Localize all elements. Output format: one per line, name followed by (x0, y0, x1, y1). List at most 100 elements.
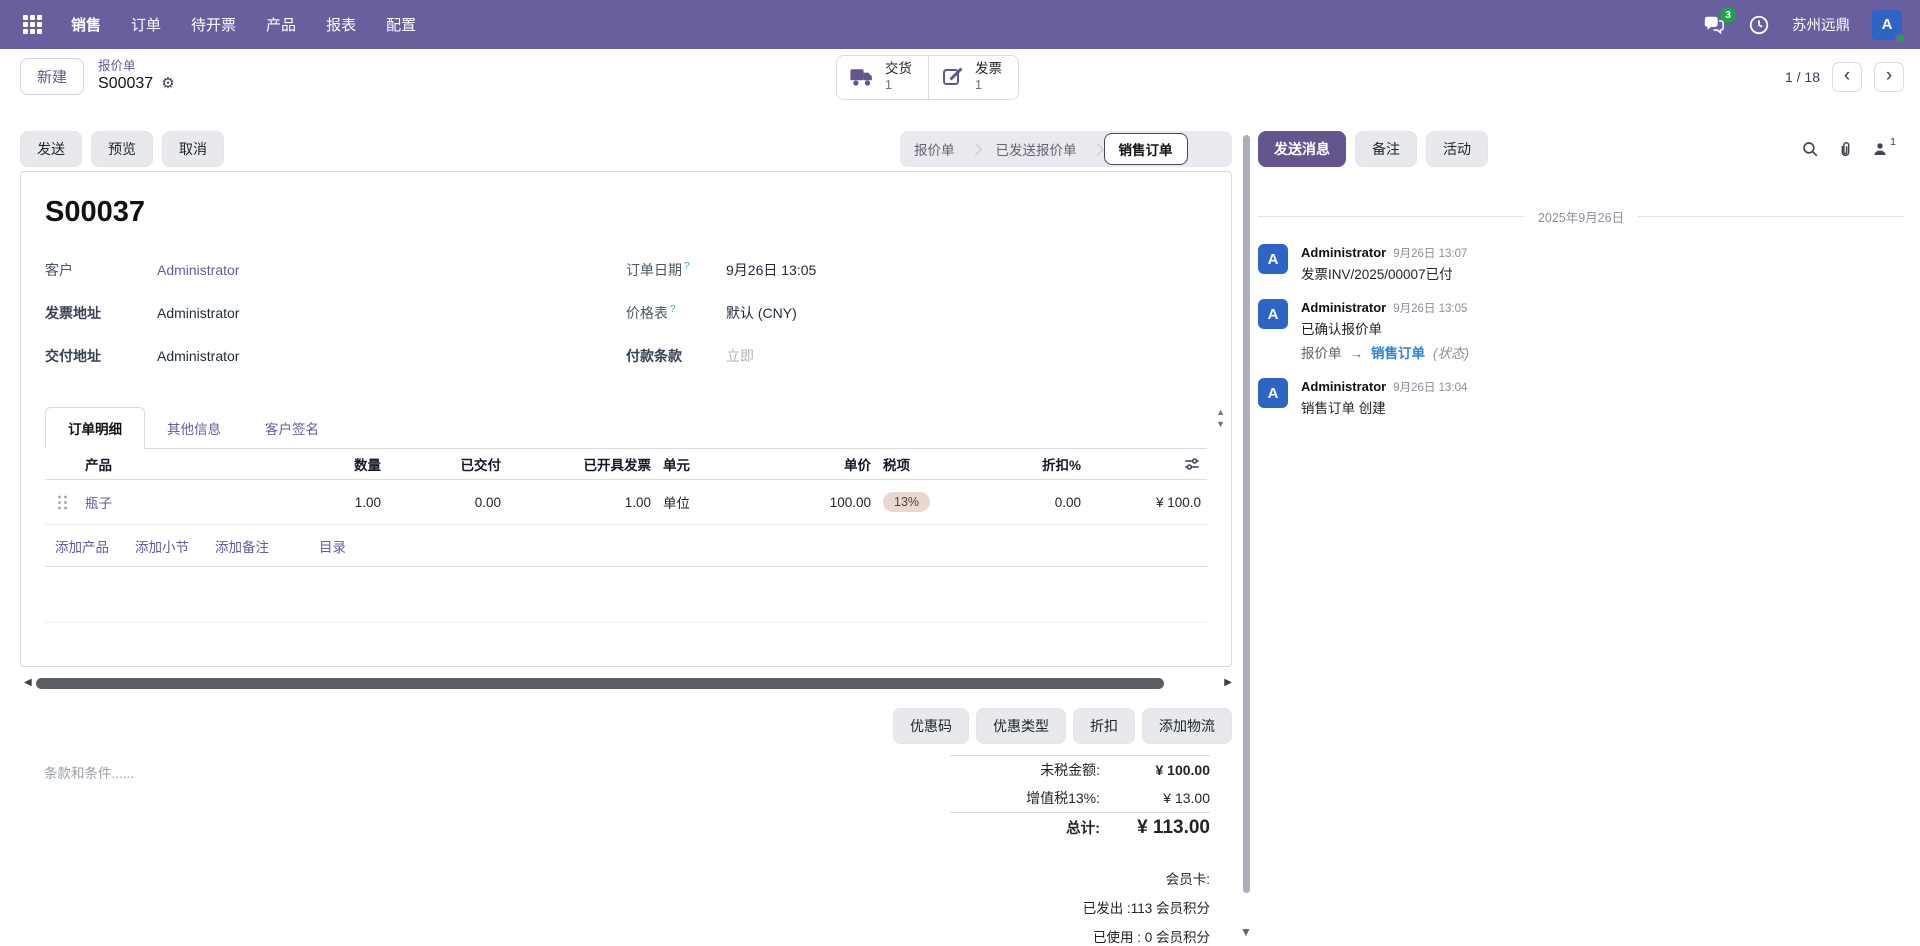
tab-other-info[interactable]: 其他信息 (145, 408, 243, 448)
message-author[interactable]: Administrator (1301, 299, 1386, 318)
pager-next-button[interactable]: › (1874, 62, 1904, 92)
activities-clock-icon[interactable] (1748, 14, 1770, 36)
col-discount[interactable]: 折扣% (972, 454, 1087, 474)
payment-terms-value[interactable]: 立即 (726, 346, 754, 366)
caret-down-icon[interactable]: ▼ (1216, 420, 1225, 429)
line-unit-price[interactable]: 100.00 (752, 495, 877, 510)
add-section-link[interactable]: 添加小节 (135, 536, 189, 556)
tracking-old-value: 报价单 (1301, 344, 1342, 364)
customer-value[interactable]: Administrator (157, 262, 239, 278)
form-fields: 客户 Administrator 发票地址 Administrator 交付地址… (45, 256, 1207, 370)
discount-button[interactable]: 折扣 (1073, 708, 1135, 744)
scrollbar-thumb[interactable] (36, 678, 1164, 689)
catalog-link[interactable]: 目录 (319, 536, 346, 556)
messages-count-badge: 3 (1720, 7, 1736, 23)
optional-columns-icon[interactable] (1087, 455, 1207, 473)
smart-buttons: 交货 1 发票 1 (836, 55, 1019, 100)
col-quantity[interactable]: 数量 (277, 454, 387, 474)
apps-grid-icon[interactable] (14, 7, 50, 43)
line-uom[interactable]: 单位 (657, 492, 752, 512)
delivery-smart-button[interactable]: 交货 1 (837, 56, 928, 99)
col-product[interactable]: 产品 (79, 454, 277, 474)
message-avatar[interactable]: A (1258, 378, 1288, 408)
order-date-value[interactable]: 9月26日 13:05 (726, 260, 816, 280)
drag-handle-icon[interactable] (45, 494, 79, 511)
delivery-address-value[interactable]: Administrator (157, 348, 239, 364)
pricelist-value[interactable]: 默认 (CNY) (726, 303, 797, 323)
col-delivered[interactable]: 已交付 (387, 454, 507, 474)
menu-sales[interactable]: 销售 (56, 0, 116, 49)
scroll-left-icon[interactable]: ◀ (24, 678, 32, 688)
member-points-issued: 已发出 :113 会员积分 (1083, 897, 1210, 917)
preview-button[interactable]: 预览 (91, 131, 153, 167)
caret-up-icon[interactable]: ▲ (1216, 408, 1225, 417)
menu-reporting[interactable]: 报表 (311, 0, 371, 49)
message-avatar[interactable]: A (1258, 299, 1288, 329)
tab-order-lines[interactable]: 订单明细 (45, 407, 145, 449)
attachments-icon[interactable] (1836, 140, 1855, 159)
add-shipping-button[interactable]: 添加物流 (1142, 708, 1232, 744)
menu-configuration[interactable]: 配置 (371, 0, 431, 49)
company-name[interactable]: 苏州远鼎 (1792, 14, 1850, 35)
gear-icon[interactable]: ⚙ (161, 75, 174, 93)
new-button[interactable]: 新建 (20, 58, 84, 95)
breadcrumb-parent-link[interactable]: 报价单 (98, 59, 175, 74)
status-bar: 报价单 已发送报价单 销售订单 (900, 131, 1232, 167)
menu-orders[interactable]: 订单 (116, 0, 176, 49)
order-line-row[interactable]: 瓶子 1.00 0.00 1.00 单位 100.00 13% 0.00 ¥ 1… (45, 480, 1207, 525)
vertical-scrollbar[interactable] (1243, 135, 1250, 893)
invoice-label: 发票 (975, 61, 1002, 78)
pricelist-label: 价格表? (626, 303, 726, 323)
add-note-link[interactable]: 添加备注 (215, 536, 269, 556)
line-tax-badge[interactable]: 13% (883, 492, 930, 512)
messages-icon[interactable]: 3 (1702, 14, 1726, 36)
search-messages-icon[interactable] (1801, 140, 1820, 159)
invoice-smart-button[interactable]: 发票 1 (928, 56, 1018, 99)
line-invoiced[interactable]: 1.00 (507, 495, 657, 510)
tab-customer-signature[interactable]: 客户签名 (243, 408, 341, 448)
message-item: A Administrator 9月26日 13:04 销售订单 创建 (1258, 378, 1894, 418)
order-title: S00037 (45, 194, 1207, 230)
add-product-link[interactable]: 添加产品 (55, 536, 109, 556)
message-avatar[interactable]: A (1258, 244, 1288, 274)
status-quotation[interactable]: 报价单 (900, 139, 969, 159)
status-sales-order[interactable]: 销售订单 (1104, 133, 1188, 165)
tracking-arrow-icon: → (1350, 344, 1364, 364)
message-author[interactable]: Administrator (1301, 378, 1386, 397)
col-invoiced[interactable]: 已开具发票 (507, 454, 657, 474)
send-button[interactable]: 发送 (20, 131, 82, 167)
activities-button[interactable]: 活动 (1426, 131, 1488, 167)
status-quotation-sent[interactable]: 已发送报价单 (982, 139, 1091, 159)
user-avatar[interactable]: A (1872, 10, 1902, 40)
terms-placeholder[interactable]: 条款和条件...... (44, 762, 134, 782)
menu-products[interactable]: 产品 (251, 0, 311, 49)
scroll-right-icon[interactable]: ▶ (1224, 678, 1232, 688)
tracking-new-value[interactable]: 销售订单 (1371, 344, 1425, 364)
invoice-address-value[interactable]: Administrator (157, 305, 239, 321)
col-unit-price[interactable]: 单价 (752, 454, 877, 474)
message-author[interactable]: Administrator (1301, 244, 1386, 263)
member-points-used: 已使用 : 0 会员积分 (1093, 926, 1210, 946)
menu-to-invoice[interactable]: 待开票 (176, 0, 251, 49)
pager-counter: 1 / 18 (1785, 69, 1820, 85)
line-delivered[interactable]: 0.00 (387, 495, 507, 510)
status-separator-icon (1091, 143, 1104, 156)
line-discount[interactable]: 0.00 (972, 495, 1087, 510)
member-card-title: 会员卡: (1166, 868, 1210, 888)
scroll-down-icon[interactable]: ▼ (1240, 925, 1252, 939)
scrollbar-track[interactable] (36, 677, 1221, 689)
line-quantity[interactable]: 1.00 (277, 495, 387, 510)
truck-icon (849, 66, 876, 88)
followers-icon[interactable]: 1 (1871, 140, 1896, 158)
coupon-code-button[interactable]: 优惠码 (893, 708, 969, 744)
chatter-panel: 发送消息 备注 活动 1 2025年9月26日 (1258, 120, 1904, 419)
cancel-button[interactable]: 取消 (162, 131, 224, 167)
log-note-button[interactable]: 备注 (1355, 131, 1417, 167)
col-uom[interactable]: 单元 (657, 454, 752, 474)
line-product[interactable]: 瓶子 (79, 492, 277, 512)
promotion-type-button[interactable]: 优惠类型 (976, 708, 1066, 744)
pager-previous-button[interactable]: ‹ (1832, 62, 1862, 92)
col-taxes[interactable]: 税项 (877, 454, 972, 474)
status-separator-icon (969, 143, 982, 156)
send-message-button[interactable]: 发送消息 (1258, 131, 1346, 167)
